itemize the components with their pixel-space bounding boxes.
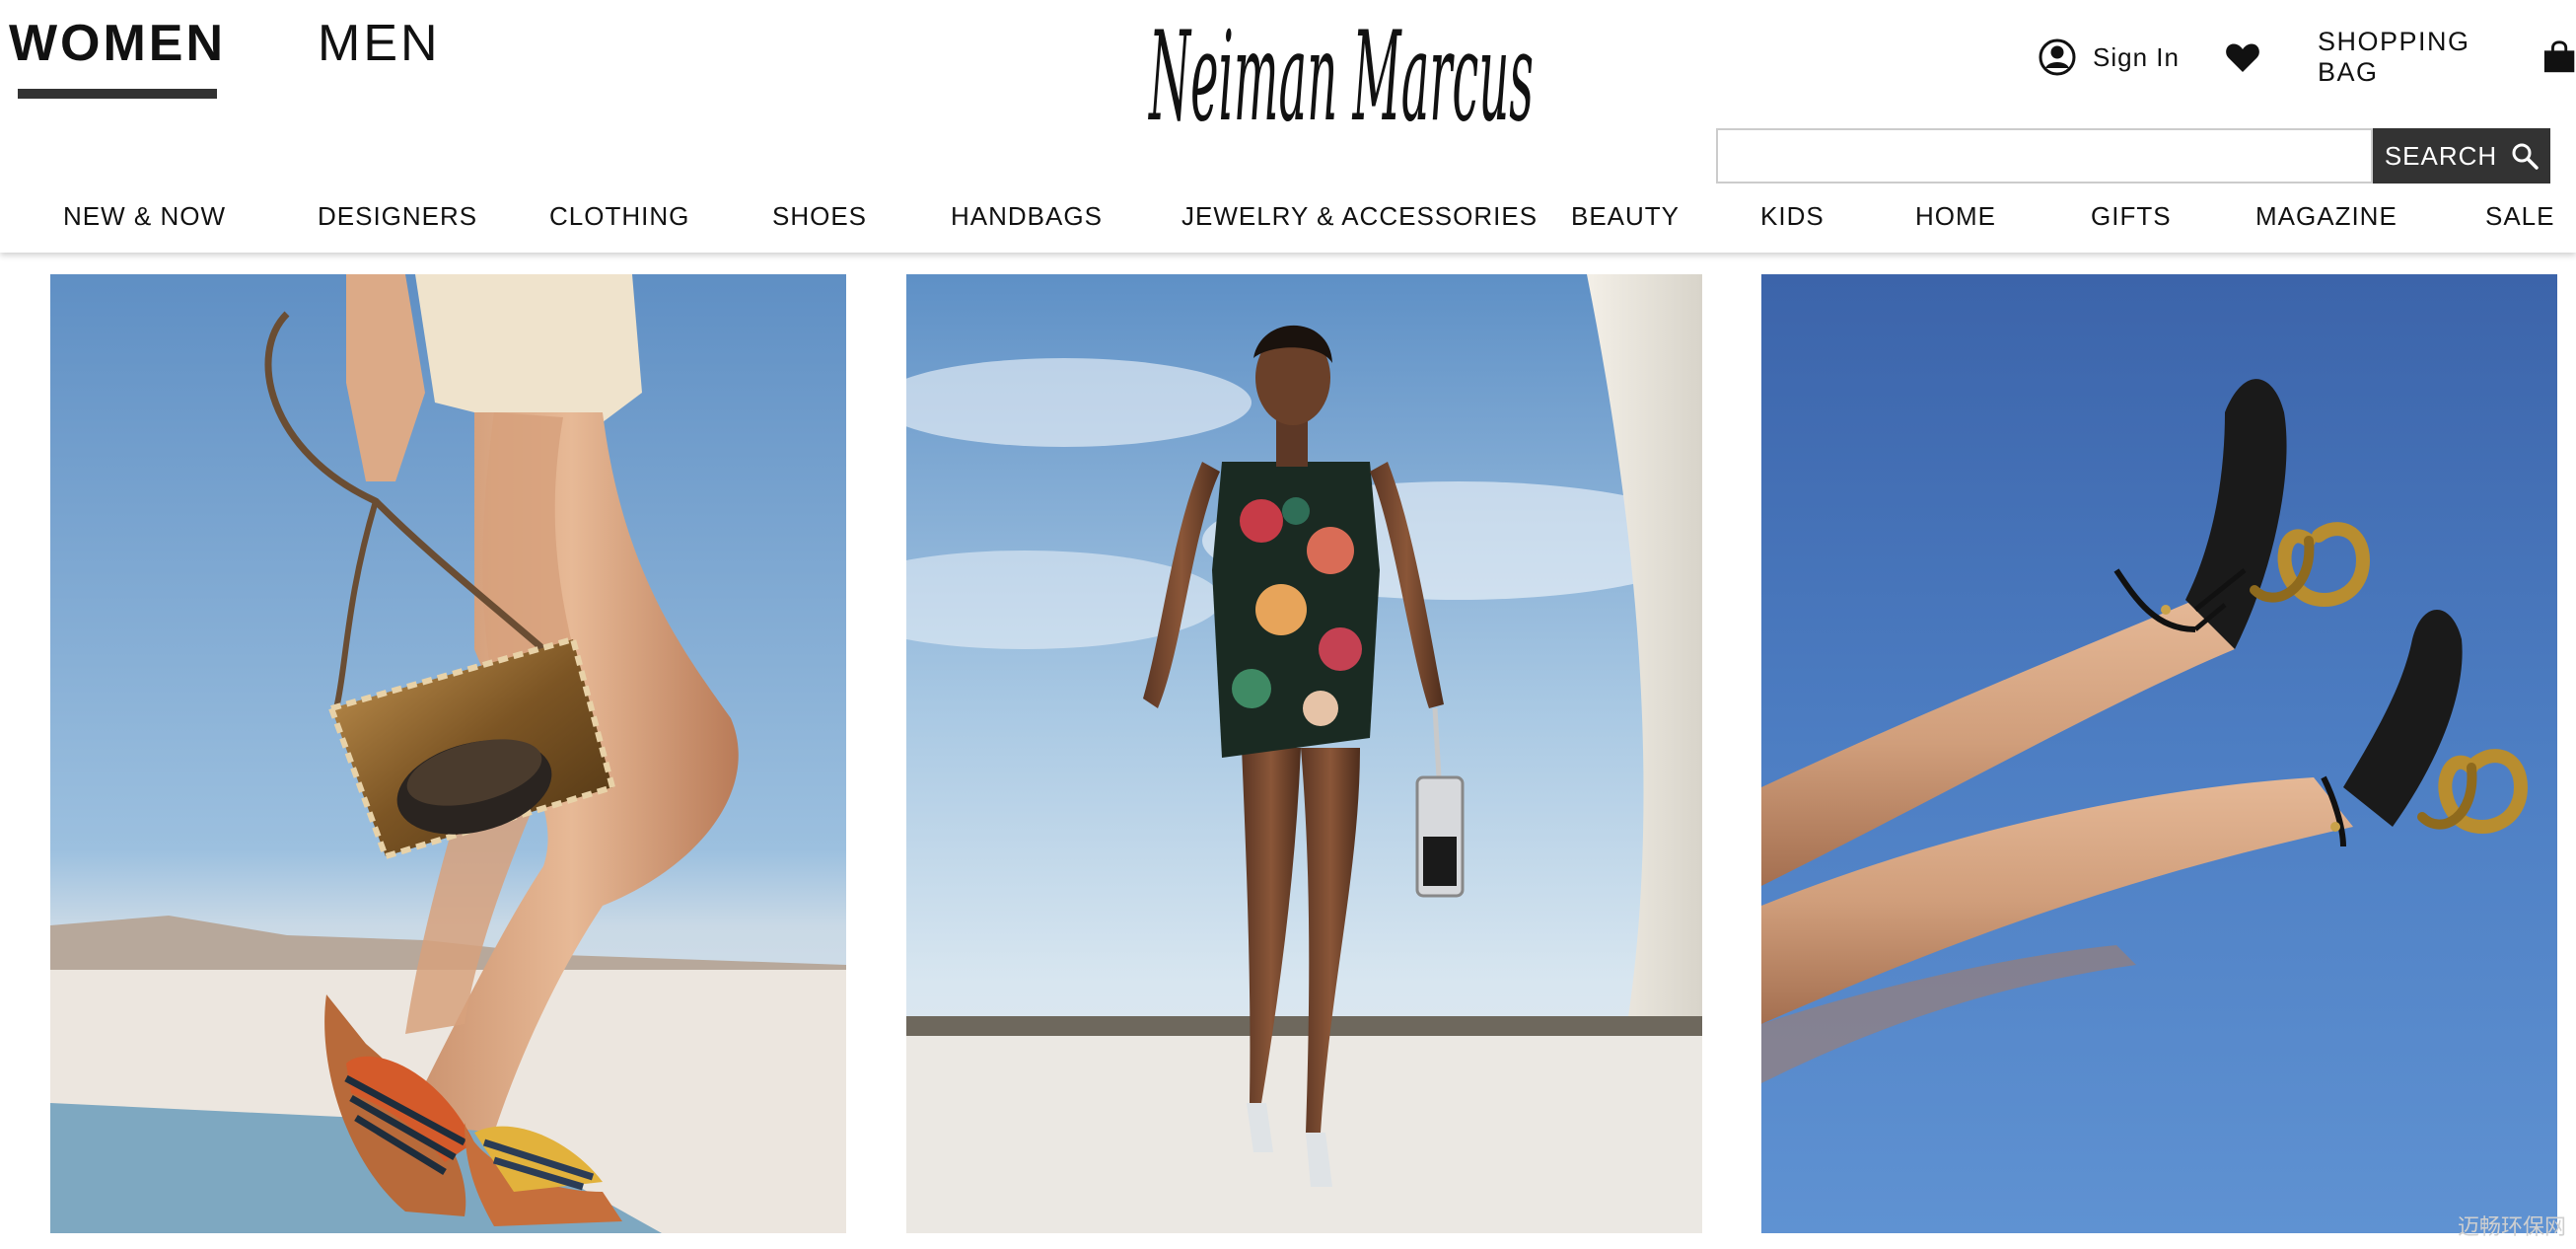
tab-women[interactable]: WOMEN xyxy=(9,14,223,99)
hero-tile-dress[interactable] xyxy=(906,274,1702,1233)
svg-text:Neiman Marcus: Neiman Marcus xyxy=(1148,6,1534,148)
search-button-label: SEARCH xyxy=(2384,140,2498,171)
tab-women-label: WOMEN xyxy=(8,15,227,72)
search-button[interactable]: SEARCH xyxy=(2373,128,2550,184)
hero-image-dress xyxy=(906,274,1702,1233)
user-circle-icon xyxy=(2039,38,2076,76)
watermark: 迈畅环保网 xyxy=(2457,1214,2566,1239)
nav-item-home[interactable]: HOME xyxy=(1915,201,1996,232)
site-header: WOMEN MEN Neiman Marcus Sign In SHOPPING… xyxy=(0,0,2576,253)
nav-item-sale[interactable]: SALE xyxy=(2485,201,2555,232)
shopping-bag-label: SHOPPING BAG xyxy=(2318,27,2470,87)
tab-men-label: MEN xyxy=(318,15,441,72)
nav-item-designers[interactable]: DESIGNERS xyxy=(318,201,477,232)
hero-image-handbag xyxy=(50,274,846,1233)
nav-item-clothing[interactable]: CLOTHING xyxy=(549,201,689,232)
tab-men[interactable]: MEN xyxy=(318,14,450,99)
neiman-marcus-wordmark: Neiman Marcus xyxy=(1148,6,1534,150)
hero-tile-handbags[interactable] xyxy=(50,274,846,1233)
nav-item-shoes[interactable]: SHOES xyxy=(772,201,867,232)
shopping-bag-link[interactable]: SHOPPING BAG xyxy=(2318,27,2576,87)
hero-image-heels xyxy=(1761,274,2557,1233)
hero-tile-shoes[interactable] xyxy=(1761,274,2557,1233)
sign-in-link[interactable]: Sign In xyxy=(2038,30,2180,85)
wishlist-button[interactable] xyxy=(2225,30,2260,85)
nav-item-handbags[interactable]: HANDBAGS xyxy=(951,201,1103,232)
nav-item-beauty[interactable]: BEAUTY xyxy=(1571,201,1680,232)
nav-item-gifts[interactable]: GIFTS xyxy=(2091,201,2172,232)
main-nav: NEW & NOW DESIGNERS CLOTHING SHOES HANDB… xyxy=(0,197,2576,243)
search-input[interactable] xyxy=(1716,128,2373,184)
nav-item-new-and-now[interactable]: NEW & NOW xyxy=(63,201,226,232)
heart-icon xyxy=(2226,43,2259,72)
nav-item-magazine[interactable]: MAGAZINE xyxy=(2255,201,2397,232)
active-tab-underline xyxy=(18,89,217,99)
brand-logo[interactable]: Neiman Marcus xyxy=(1144,0,1538,150)
shopping-bag-icon xyxy=(2543,40,2575,73)
sign-in-label: Sign In xyxy=(2093,41,2180,72)
nav-item-kids[interactable]: KIDS xyxy=(1760,201,1825,232)
nav-item-jewelry-accessories[interactable]: JEWELRY & ACCESSORIES xyxy=(1181,201,1538,232)
search-icon xyxy=(2512,143,2539,170)
